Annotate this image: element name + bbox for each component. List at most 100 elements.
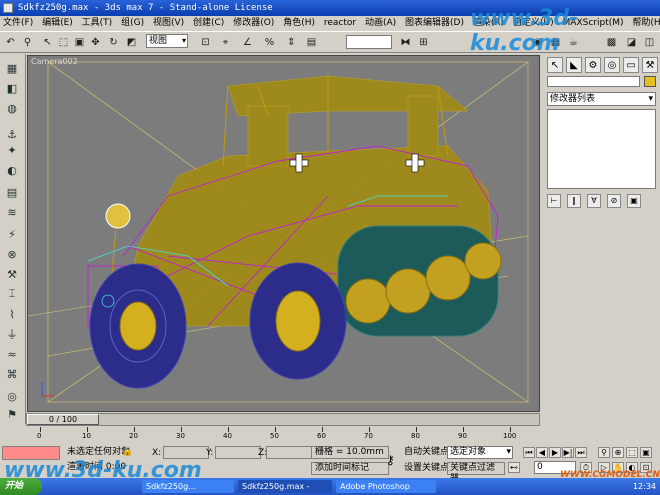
- taskbar-item-active[interactable]: Sdkfz250g.max -: [238, 480, 332, 493]
- menu-animation[interactable]: 动画(A): [365, 18, 396, 28]
- menu-tools[interactable]: 工具(T): [82, 18, 113, 28]
- z-coord-field[interactable]: [266, 446, 312, 459]
- named-selection-field[interactable]: [346, 35, 392, 49]
- menu-edit[interactable]: 编辑(E): [42, 18, 73, 28]
- rotate-icon[interactable]: ↻: [106, 35, 121, 50]
- analyze-world-icon[interactable]: ◎: [4, 388, 20, 404]
- wind-icon[interactable]: ≋: [4, 204, 20, 220]
- spring-icon[interactable]: ✦: [4, 142, 20, 158]
- go-to-end-icon[interactable]: ⏭: [575, 447, 587, 458]
- modifier-list-dropdown[interactable]: 修改器列表: [547, 92, 656, 106]
- select-object-icon[interactable]: ↖: [40, 35, 55, 50]
- menu-graph-editors[interactable]: 图表编辑器(D): [405, 18, 464, 28]
- tick-label: 60: [317, 432, 326, 440]
- motor-icon[interactable]: ▤: [4, 184, 20, 200]
- clock: 12:34: [632, 482, 656, 491]
- zoom-extents-icon[interactable]: ⬚: [626, 447, 638, 458]
- selection-set-dropdown[interactable]: 选定对象: [447, 446, 513, 459]
- key-mode-icon[interactable]: ⊷: [508, 462, 520, 473]
- undo-icon[interactable]: ↶: [3, 35, 18, 50]
- tick-label: 10: [82, 432, 91, 440]
- play-icon[interactable]: ▶: [549, 447, 561, 458]
- menu-views[interactable]: 视图(V): [153, 18, 184, 28]
- make-unique-icon[interactable]: ∀: [587, 194, 601, 208]
- menu-group[interactable]: 组(G): [121, 18, 144, 28]
- angle-snap-icon[interactable]: ∠: [240, 35, 255, 50]
- mirror-icon[interactable]: ⧓: [398, 35, 413, 50]
- object-name-field[interactable]: [547, 76, 640, 87]
- configure-sets-icon[interactable]: ▣: [627, 194, 641, 208]
- reference-coordinate-dropdown[interactable]: 视图: [146, 34, 188, 48]
- pin-stack-icon[interactable]: ⊢: [547, 194, 561, 208]
- spinner-snap-icon[interactable]: ⇕: [284, 35, 299, 50]
- named-selection-icon[interactable]: ▤: [304, 35, 319, 50]
- set-key-button[interactable]: 设置关键点: [404, 462, 449, 475]
- dashpot-icon[interactable]: ◐: [4, 162, 20, 178]
- hierarchy-tab-icon[interactable]: ⚙: [585, 57, 601, 73]
- menu-create[interactable]: 创建(C): [193, 18, 224, 28]
- tick-label: 30: [176, 432, 185, 440]
- next-frame-icon[interactable]: ▶|: [562, 447, 574, 458]
- move-icon[interactable]: ✥: [88, 35, 103, 50]
- water-icon[interactable]: ⊗: [4, 246, 20, 262]
- time-slider-handle[interactable]: 0 / 100: [27, 414, 99, 425]
- fracture-icon[interactable]: ⚡: [4, 226, 20, 242]
- object-color-swatch[interactable]: [644, 76, 656, 87]
- create-tab-icon[interactable]: ↖: [547, 57, 563, 73]
- app-icon: [3, 3, 13, 13]
- watermark: www.3d-ku.com: [4, 458, 202, 483]
- menu-modifiers[interactable]: 修改器(O): [233, 18, 274, 28]
- taskbar-item[interactable]: Adobe Photoshop: [336, 480, 436, 493]
- track-bar[interactable]: 0 10 20 30 40 50 60 70 80 90 100: [26, 427, 540, 444]
- select-region-icon[interactable]: ⬚: [56, 35, 71, 50]
- constraint-icon[interactable]: ⚒: [4, 266, 20, 282]
- lock-icon[interactable]: 🔒: [122, 447, 133, 457]
- modifier-stack[interactable]: [547, 109, 656, 189]
- utilities-tab-icon[interactable]: ⚒: [642, 57, 658, 73]
- display-tab-icon[interactable]: ▭: [623, 57, 639, 73]
- y-label: Y:: [206, 448, 214, 458]
- tick-label: 20: [129, 432, 138, 440]
- watermark: WWW.CGMODEL.CN: [560, 470, 660, 480]
- go-to-start-icon[interactable]: ⏮: [523, 447, 535, 458]
- rigid-body-icon[interactable]: ▦: [4, 60, 20, 76]
- cloth-collection-icon[interactable]: ◧: [4, 80, 20, 96]
- softbody-icon[interactable]: ◍: [4, 100, 20, 116]
- y-coord-field[interactable]: [215, 446, 261, 459]
- menu-character[interactable]: 角色(H): [283, 18, 315, 28]
- key-icon[interactable]: ⚷: [386, 453, 395, 467]
- prismatic-icon[interactable]: ⏚: [4, 326, 20, 342]
- plane-icon[interactable]: ⚓: [4, 126, 20, 142]
- previous-frame-icon[interactable]: ◀: [536, 447, 548, 458]
- snap-icon[interactable]: ⌖: [218, 35, 233, 50]
- modify-tab-icon[interactable]: ◣: [566, 57, 582, 73]
- window-title: Sdkfz250g.max - 3ds max 7 - Stand-alone …: [18, 3, 273, 13]
- add-time-tag-button[interactable]: 添加时间标记: [311, 462, 389, 475]
- select-link-icon[interactable]: ⚲: [20, 35, 35, 50]
- align-icon[interactable]: ⊞: [416, 35, 431, 50]
- ragdoll-icon[interactable]: ⌘: [4, 366, 20, 382]
- percent-snap-icon[interactable]: %: [262, 35, 277, 50]
- menu-reactor[interactable]: reactor: [324, 18, 356, 28]
- zoom-all-icon[interactable]: ⊕: [612, 447, 624, 458]
- point-to-point-icon[interactable]: ⌇: [4, 306, 20, 322]
- zoom-icon[interactable]: ⚲: [598, 447, 610, 458]
- zoom-extents-all-icon[interactable]: ▣: [640, 447, 652, 458]
- menu-file[interactable]: 文件(F): [3, 18, 33, 28]
- camera-viewport[interactable]: Camera002: [27, 55, 540, 412]
- time-slider[interactable]: 0 / 100: [26, 413, 540, 426]
- tick-label: 0: [37, 432, 42, 440]
- scale-icon[interactable]: ◩: [124, 35, 139, 50]
- car-wheel-icon[interactable]: ≈: [4, 346, 20, 362]
- preview-animation-icon[interactable]: ⚑: [4, 406, 20, 422]
- window-crossing-icon[interactable]: ▣: [72, 35, 87, 50]
- hinge-icon[interactable]: ⌶: [4, 286, 20, 302]
- pivot-icon[interactable]: ⊡: [198, 35, 213, 50]
- remove-modifier-icon[interactable]: ⊘: [607, 194, 621, 208]
- key-filters-button[interactable]: 关键点过滤器...: [447, 462, 505, 484]
- tick-label: 80: [411, 432, 420, 440]
- show-end-result-icon[interactable]: ‖: [567, 194, 581, 208]
- auto-key-button[interactable]: 自动关键点: [404, 446, 449, 459]
- motion-tab-icon[interactable]: ◎: [604, 57, 620, 73]
- tick-label: 90: [458, 432, 467, 440]
